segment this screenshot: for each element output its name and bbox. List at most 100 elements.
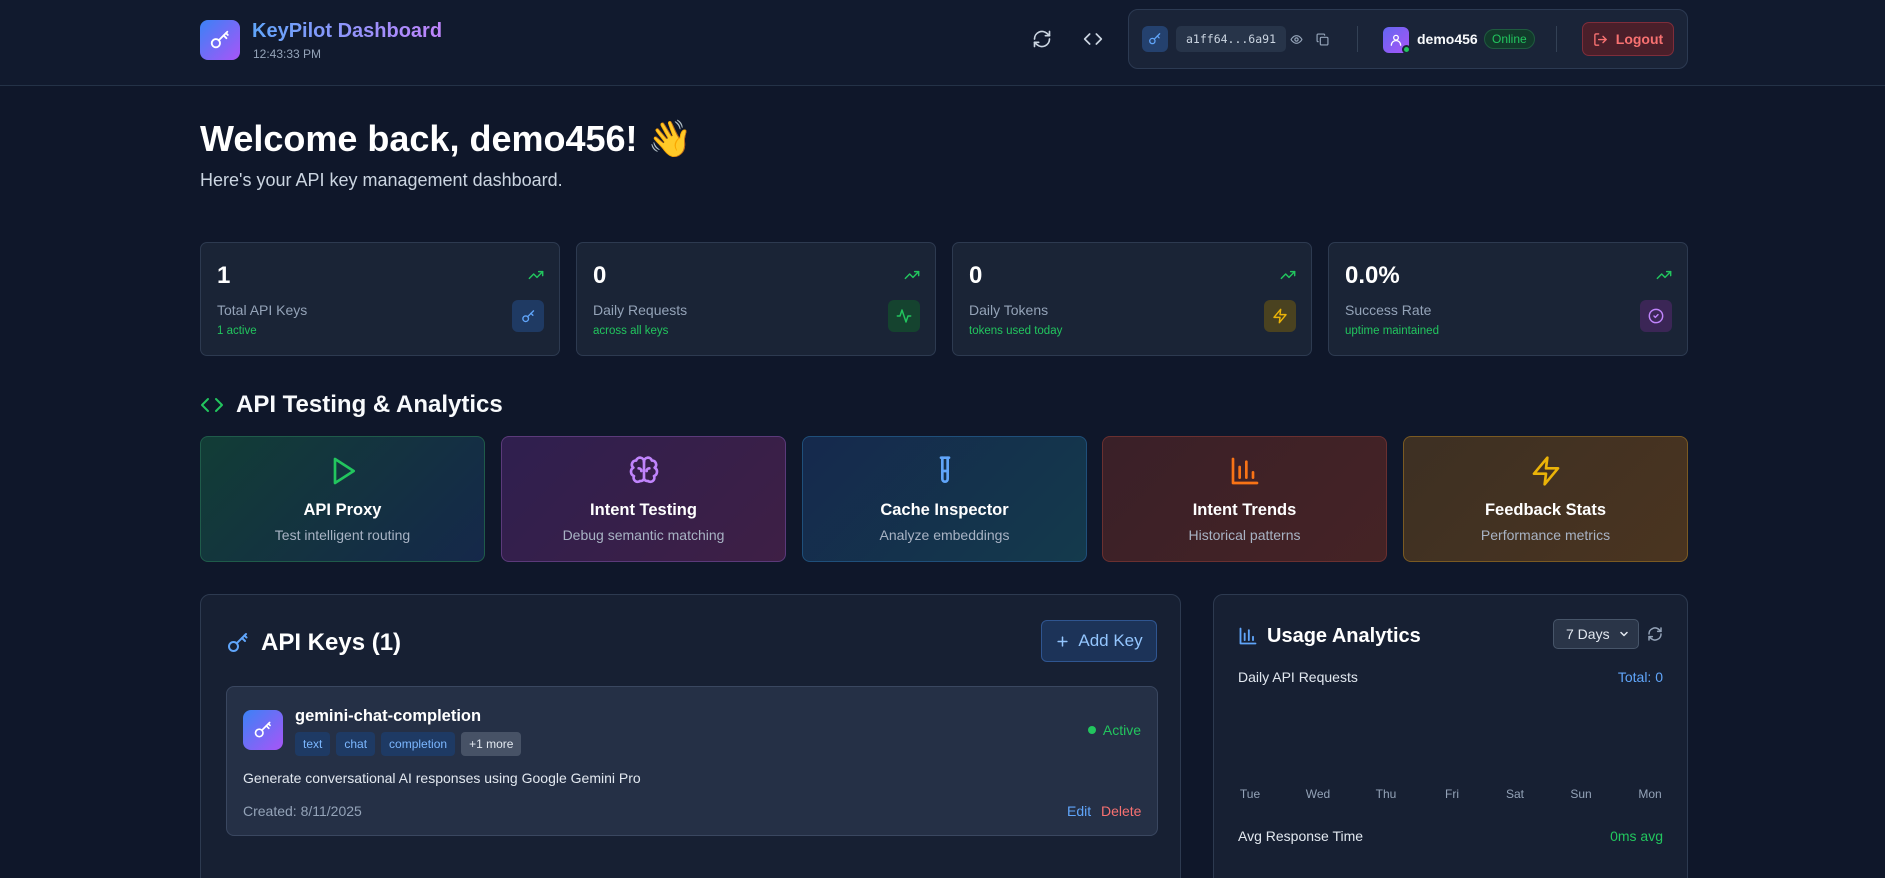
trending-up-icon: [904, 270, 920, 280]
tool-desc: Analyze embeddings: [879, 527, 1010, 543]
refresh-icon: [1033, 30, 1051, 48]
tool-name: Feedback Stats: [1484, 501, 1607, 519]
copy-icon: [1315, 32, 1329, 46]
panel-title: API Keys (1): [261, 629, 402, 656]
chart-total: Total: 0: [1617, 669, 1663, 685]
stat-sub: uptime maintained: [1345, 325, 1439, 337]
day-label: Thu: [1375, 787, 1397, 801]
brain-icon: [629, 456, 658, 484]
avg-response-label: Avg Response Time: [1238, 828, 1364, 844]
tool-name: Cache Inspector: [880, 501, 1009, 519]
stat-sub: across all keys: [593, 325, 669, 337]
api-key-name: gemini-chat-completion: [295, 707, 482, 725]
top-header: KeyPilot Dashboard 12:43:33 PM a1ff64...…: [0, 0, 1885, 86]
stat-value: 0: [969, 262, 983, 289]
stat-card-daily-requests: 0 Daily Requests across all keys: [576, 242, 936, 356]
tool-desc: Performance metrics: [1480, 527, 1611, 543]
day-label: Fri: [1445, 787, 1459, 801]
api-key-masked: a1ff64...6a91: [1176, 26, 1287, 52]
refresh-icon[interactable]: [1647, 626, 1663, 642]
avg-response-value: 0ms avg: [1610, 828, 1663, 844]
status-badge: Online: [1484, 29, 1535, 49]
range-select[interactable]: 7 Days: [1553, 619, 1639, 649]
day-axis: Tue Wed Thu Fri Sat Sun Mon: [1230, 787, 1682, 803]
stat-value: 0: [593, 262, 607, 289]
tool-card-api-proxy[interactable]: API Proxy Test intelligent routing: [200, 436, 485, 562]
page-title: Welcome back, demo456! 👋: [200, 118, 693, 159]
zap-icon: [1532, 456, 1559, 486]
tool-name: API Proxy: [303, 501, 382, 519]
page-subtitle: Here's your API key management dashboard…: [200, 170, 563, 190]
add-key-button[interactable]: Add Key: [1041, 620, 1157, 662]
tag: completion: [381, 732, 456, 756]
activity-icon: [888, 300, 920, 332]
range-value: 7 Days: [1566, 626, 1610, 642]
stat-sub: tokens used today: [969, 325, 1063, 337]
bar-chart-icon: [1231, 457, 1258, 485]
api-keys-panel: API Keys (1) Add Key gemini-chat-complet…: [200, 594, 1181, 878]
api-key-chip: [1142, 26, 1168, 52]
divider: [1556, 26, 1557, 52]
refresh-button[interactable]: [1026, 25, 1058, 53]
chevron-down-icon: [1620, 631, 1628, 637]
test-tube-icon: [939, 456, 950, 483]
key-avatar: [243, 710, 283, 750]
stat-card-success-rate: 0.0% Success Rate uptime maintained: [1328, 242, 1688, 356]
user-icon: [1390, 34, 1402, 46]
online-indicator: [1402, 45, 1411, 54]
usage-analytics-panel: Usage Analytics 7 Days Daily API Request…: [1213, 594, 1688, 878]
day-label: Sat: [1505, 787, 1525, 801]
tool-name: Intent Testing: [590, 501, 697, 519]
tool-desc: Test intelligent routing: [274, 527, 411, 543]
key-icon: [254, 721, 271, 738]
stat-label: Daily Tokens: [969, 302, 1049, 318]
logout-icon: [1593, 32, 1607, 46]
account-panel: a1ff64...6a91 demo456 Online Logout: [1128, 9, 1688, 69]
copy-key-button[interactable]: [1313, 30, 1331, 48]
logout-label: Logout: [1615, 31, 1664, 47]
play-icon: [333, 457, 355, 485]
stat-label: Success Rate: [1345, 302, 1432, 318]
created-date: Created: 8/11/2025: [243, 803, 362, 819]
stat-value: 0.0%: [1345, 262, 1400, 289]
day-label: Mon: [1638, 787, 1662, 801]
more-tags-badge[interactable]: +1 more: [461, 732, 522, 756]
check-circle-icon: [1640, 300, 1672, 332]
chart-label: Daily API Requests: [1238, 669, 1358, 685]
tag: chat: [336, 732, 376, 756]
panel-title: Usage Analytics: [1267, 625, 1421, 647]
api-key-card: gemini-chat-completion text chat complet…: [226, 686, 1158, 836]
status-dot: [1087, 726, 1096, 734]
day-label: Sun: [1570, 787, 1592, 801]
zap-icon: [1264, 300, 1296, 332]
clock-time: 12:43:33 PM: [253, 47, 322, 61]
tool-name: Intent Trends: [1192, 501, 1297, 519]
tool-card-intent-testing[interactable]: Intent Testing Debug semantic matching: [501, 436, 786, 562]
add-key-label: Add Key: [1078, 631, 1143, 650]
stat-label: Total API Keys: [217, 302, 308, 318]
developer-toggle-button[interactable]: [1077, 25, 1109, 53]
edit-link[interactable]: Edit: [1067, 803, 1091, 819]
code-icon: [1083, 33, 1103, 45]
divider: [1357, 26, 1358, 52]
tool-desc: Historical patterns: [1188, 527, 1301, 543]
key-icon: [512, 300, 544, 332]
logout-button[interactable]: Logout: [1582, 22, 1674, 56]
tool-card-intent-trends[interactable]: Intent Trends Historical patterns: [1102, 436, 1387, 562]
app-title: KeyPilot Dashboard: [252, 20, 443, 42]
tag: text: [295, 732, 331, 756]
show-key-button[interactable]: [1287, 30, 1305, 48]
stat-value: 1: [217, 262, 231, 289]
day-label: Wed: [1305, 787, 1331, 801]
tool-card-cache-inspector[interactable]: Cache Inspector Analyze embeddings: [802, 436, 1087, 562]
tag-list: text chat completion +1 more: [295, 732, 522, 756]
key-icon: [228, 633, 248, 652]
tool-card-feedback-stats[interactable]: Feedback Stats Performance metrics: [1403, 436, 1688, 562]
key-icon: [1149, 33, 1161, 45]
user-name: demo456: [1417, 31, 1478, 47]
delete-link[interactable]: Delete: [1101, 803, 1141, 819]
stat-sub: 1 active: [217, 325, 257, 337]
day-label: Tue: [1239, 787, 1261, 801]
tool-desc: Debug semantic matching: [562, 527, 725, 543]
eye-icon: [1289, 34, 1303, 44]
